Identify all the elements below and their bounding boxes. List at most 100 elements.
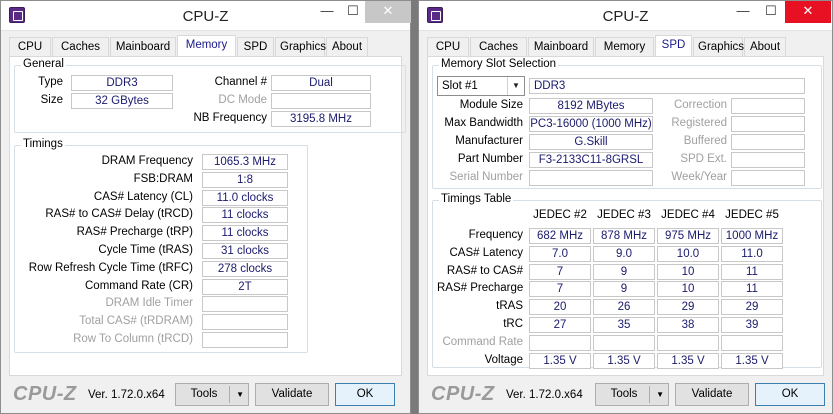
timing-label: Total CAS# (tRDRAM) bbox=[79, 315, 193, 328]
timings-row-label: Frequency bbox=[468, 229, 523, 241]
memory-slot-group: Memory Slot Selection Slot #1 ▼ DDR3 Mod… bbox=[432, 58, 822, 189]
timing-label: DRAM Idle Timer bbox=[105, 297, 193, 310]
tools-button-label: Tools bbox=[610, 388, 638, 400]
timing-value: 278 clocks bbox=[202, 260, 288, 277]
manufacturer-label: Manufacturer bbox=[455, 135, 523, 147]
buffered-value bbox=[731, 134, 805, 150]
validate-button[interactable]: Validate bbox=[255, 383, 329, 406]
jedec-column-header: JEDEC #4 bbox=[661, 209, 715, 221]
dropdown-arrow-icon: ▼ bbox=[236, 390, 244, 399]
timings-row-label: Voltage bbox=[484, 353, 523, 366]
timing-label: Cycle Time (tRAS) bbox=[98, 244, 193, 256]
part-number-value: F3-2133C11-8GRSL bbox=[529, 152, 653, 168]
week-year-label: Week/Year bbox=[671, 171, 727, 183]
tab-graphics[interactable]: Graphics bbox=[693, 37, 744, 57]
jedec-column-header: JEDEC #2 bbox=[533, 209, 587, 221]
timings-cell: 10 bbox=[657, 263, 719, 280]
minimize-button[interactable]: — bbox=[729, 1, 757, 23]
timing-label: RAS# to CAS# Delay (tRCD) bbox=[45, 208, 193, 221]
timings-cell: 11.0 bbox=[721, 245, 783, 262]
nb-frequency-value: 3195.8 MHz bbox=[271, 111, 371, 127]
tab-caches[interactable]: Caches bbox=[470, 37, 527, 57]
slot-select[interactable]: Slot #1 ▼ bbox=[437, 76, 525, 96]
tab-cpu[interactable]: CPU bbox=[9, 37, 51, 57]
channel-value: Dual bbox=[271, 75, 371, 91]
tools-button[interactable]: Tools ▼ bbox=[175, 383, 249, 406]
ok-button[interactable]: OK bbox=[335, 383, 395, 406]
timing-label: DRAM Frequency bbox=[101, 155, 193, 167]
maximize-button[interactable]: ☐ bbox=[339, 1, 367, 23]
timings-group-title: Timings bbox=[21, 138, 65, 150]
spd-ext-label: SPD Ext. bbox=[680, 153, 727, 165]
timings-cell: 29 bbox=[657, 299, 719, 316]
tools-button[interactable]: Tools ▼ bbox=[595, 383, 669, 406]
memory-tab-panel: General Type DDR3 Size 32 GBytes Channel… bbox=[9, 56, 406, 376]
timing-value bbox=[202, 296, 288, 313]
timings-cell bbox=[721, 334, 783, 351]
memory-type-value: DDR3 bbox=[529, 78, 805, 94]
tab-mainboard[interactable]: Mainboard bbox=[110, 37, 176, 57]
correction-label: Correction bbox=[673, 99, 727, 111]
timings-cell: 10.0 bbox=[657, 245, 719, 262]
timings-row-label: CAS# Latency bbox=[449, 246, 523, 259]
timings-cell: 9 bbox=[593, 281, 655, 298]
tab-about[interactable]: About bbox=[744, 37, 786, 57]
tab-memory[interactable]: Memory bbox=[595, 37, 654, 57]
tab-about[interactable]: About bbox=[326, 37, 368, 57]
timings-cell: 9 bbox=[593, 263, 655, 280]
spd-tab-panel: Memory Slot Selection Slot #1 ▼ DDR3 Mod… bbox=[427, 56, 824, 376]
timings-cell: 20 bbox=[529, 299, 591, 316]
title-bar[interactable]: CPU-Z — ☐ ✕ bbox=[419, 1, 832, 31]
close-button[interactable]: ✕ bbox=[365, 1, 411, 23]
timing-value: 11 clocks bbox=[202, 225, 288, 242]
chevron-down-icon: ▼ bbox=[507, 77, 524, 95]
timings-cell: 1.35 V bbox=[721, 352, 783, 369]
timings-cell: 38 bbox=[657, 317, 719, 333]
jedec-column-header: JEDEC #3 bbox=[597, 209, 651, 221]
tab-graphics[interactable]: Graphics bbox=[275, 37, 326, 57]
cpuz-window-memory: CPU-Z — ☐ ✕ CPU Caches Mainboard Memory SPD G… bbox=[0, 0, 411, 414]
timings-cell: 11 bbox=[721, 281, 783, 298]
timings-row-label: RAS# to CAS# bbox=[446, 264, 523, 277]
timings-cell: 1.35 V bbox=[657, 352, 719, 369]
channel-label: Channel # bbox=[214, 76, 267, 88]
dcmode-value bbox=[271, 93, 371, 109]
timing-value: 31 clocks bbox=[202, 243, 288, 259]
timings-cell: 10 bbox=[657, 281, 719, 298]
size-value: 32 GBytes bbox=[71, 93, 173, 109]
timings-cell: 35 bbox=[593, 317, 655, 333]
timings-cell: 7 bbox=[529, 263, 591, 280]
cpuz-logo: CPU-Z bbox=[431, 383, 495, 405]
tab-caches[interactable]: Caches bbox=[52, 37, 109, 57]
size-label: Size bbox=[40, 94, 63, 106]
timings-cell: 7 bbox=[529, 281, 591, 298]
part-number-label: Part Number bbox=[457, 153, 523, 165]
version-label: Ver. 1.72.0.x64 bbox=[506, 389, 583, 401]
timings-cell: 1.35 V bbox=[593, 352, 655, 369]
validate-button[interactable]: Validate bbox=[675, 383, 749, 406]
module-size-value: 8192 MBytes bbox=[529, 98, 653, 114]
type-label: Type bbox=[38, 76, 63, 88]
serial-number-value bbox=[529, 170, 653, 186]
ok-button[interactable]: OK bbox=[755, 383, 825, 406]
timing-label: RAS# Precharge (tRP) bbox=[76, 226, 193, 239]
slot-select-value: Slot #1 bbox=[442, 80, 478, 92]
minimize-button[interactable]: — bbox=[313, 1, 341, 23]
module-size-label: Module Size bbox=[459, 99, 523, 111]
tab-spd[interactable]: SPD bbox=[655, 35, 692, 58]
serial-number-label: Serial Number bbox=[449, 171, 524, 183]
timings-table-title: Timings Table bbox=[439, 193, 514, 205]
cpuz-window-spd: CPU-Z — ☐ ✕ CPU Caches Mainboard Memory SPD G… bbox=[418, 0, 833, 414]
timings-cell: 39 bbox=[721, 317, 783, 333]
tab-spd[interactable]: SPD bbox=[237, 37, 274, 57]
timings-cell: 11 bbox=[721, 263, 783, 280]
timings-group: Timings DRAM Frequency 1065.3 MHz FSB:DRAM… bbox=[14, 138, 308, 353]
general-group-title: General bbox=[21, 58, 66, 70]
tab-mainboard[interactable]: Mainboard bbox=[528, 37, 594, 57]
close-button[interactable]: ✕ bbox=[785, 1, 831, 23]
tab-cpu[interactable]: CPU bbox=[427, 37, 469, 57]
maximize-button[interactable]: ☐ bbox=[757, 1, 785, 23]
cpuz-logo: CPU-Z bbox=[13, 383, 77, 405]
tab-memory[interactable]: Memory bbox=[177, 35, 236, 58]
title-bar[interactable]: CPU-Z — ☐ ✕ bbox=[1, 1, 411, 31]
